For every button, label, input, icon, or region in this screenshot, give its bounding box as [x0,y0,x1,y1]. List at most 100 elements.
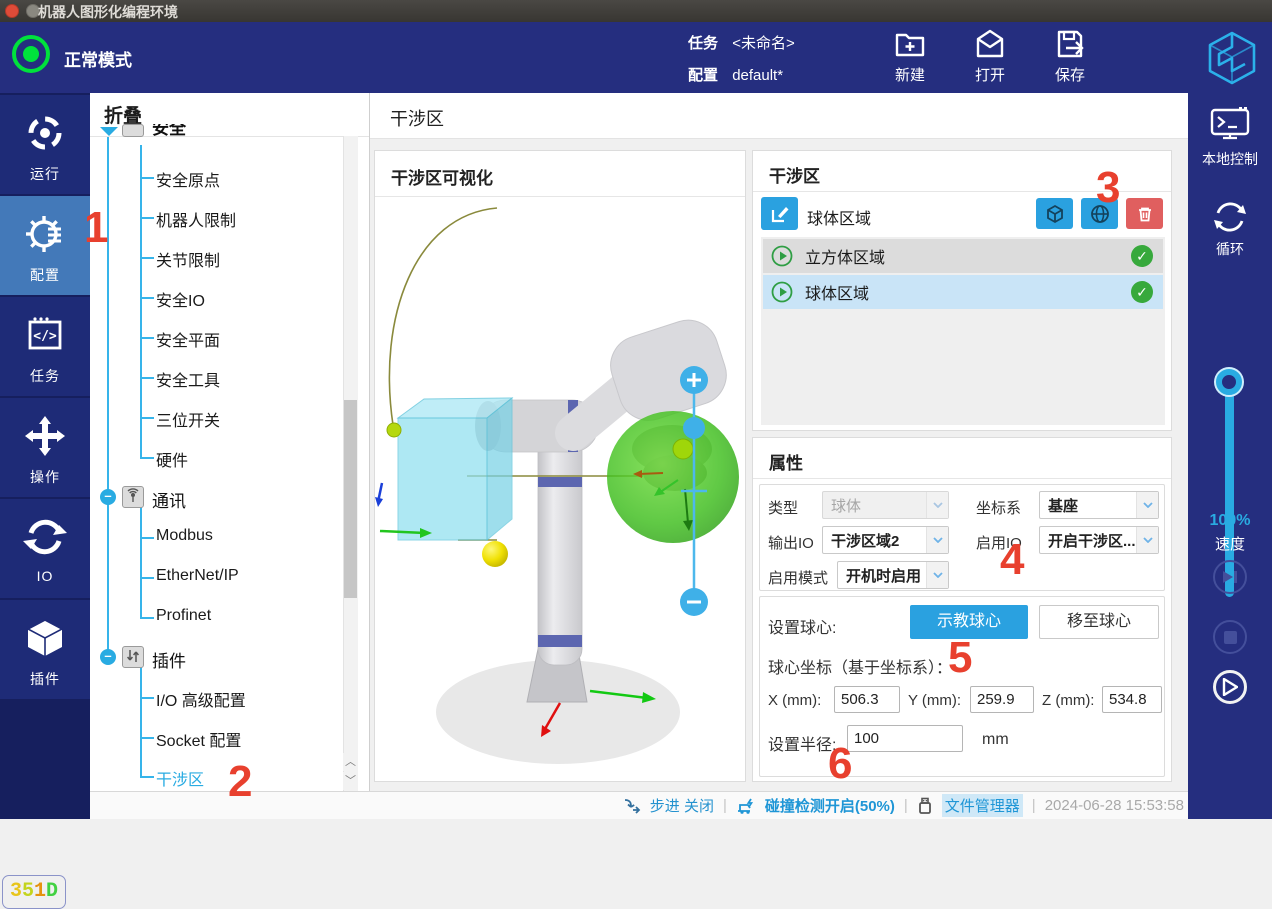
tree-item-io-advanced[interactable]: I/O 高级配置 [156,687,246,711]
step-status[interactable]: 步进 关闭 [650,795,714,816]
tree-item-socket-config[interactable]: Socket 配置 [156,727,241,751]
tree-item-ethernet-ip[interactable]: EtherNet/IP [156,567,239,585]
tree-item-safety-plane[interactable]: 安全平面 [156,327,220,351]
nav-item-task[interactable]: </> 任务 [0,297,90,396]
run-target-icon [23,111,67,155]
save-button[interactable]: 保存 [1038,26,1102,85]
tree-item-profinet[interactable]: Profinet [156,607,211,625]
annotation-3: 3 [1096,166,1120,210]
radius-input[interactable] [847,725,963,752]
zone-name-field[interactable]: 球体区域 [807,205,871,229]
zone-row-label: 立方体区域 [805,244,1131,268]
main-content: 干涉区 干涉区可视化 [370,93,1188,791]
enable-mode-select[interactable]: 开机时启用 [837,561,949,589]
zone-list: 立方体区域 ✓ 球体区域 ✓ [761,237,1165,425]
nav-item-io[interactable]: IO [0,499,90,598]
output-io-select[interactable]: 干涉区域2 [822,526,949,554]
step-forward-button[interactable] [1213,560,1247,594]
collision-status[interactable]: 碰撞检测开启(50%) [765,795,895,816]
status-separator: | [1032,797,1036,814]
tree-item-robot-limit[interactable]: 机器人限制 [156,207,236,231]
tree-line [140,505,142,618]
version-badge: 351D [2,875,66,909]
new-button[interactable]: 新建 [878,26,942,85]
x-input[interactable] [834,686,900,713]
type-select: 球体 [822,491,949,519]
tree-node-safety[interactable]: 安全 [152,124,212,137]
tree-collapse-comm[interactable]: – [100,489,116,505]
props-group-sphere: 设置球心: 示教球心 移至球心 球心坐标（基于坐标系）： X (mm): Y (… [759,596,1165,777]
tree-tick [140,217,154,219]
zone-row-cube[interactable]: 立方体区域 ✓ [763,239,1163,273]
config-row: 配置 default* [688,64,783,85]
tree-item-interference-zone[interactable]: 干涉区 [156,766,204,790]
tree-item-safety-io[interactable]: 安全IO [156,287,205,311]
nav-label-task: 任务 [0,366,90,386]
tree-node-plugin[interactable]: 插件 [152,647,186,672]
cube-icon [1045,204,1065,224]
loop-cycle-icon [1210,197,1250,237]
chevron-down-icon[interactable] [99,127,119,137]
task-label: 任务 [688,35,718,52]
status-separator: | [904,797,908,814]
tree-item-safety-tool[interactable]: 安全工具 [156,367,220,391]
frame-select[interactable]: 基座 [1039,491,1159,519]
tree-item-joint-limit[interactable]: 关节限制 [156,247,220,271]
tree-item-safety-origin[interactable]: 安全原点 [156,167,220,191]
tree-tick [140,537,154,539]
svg-text:</>: </> [33,329,57,344]
scroll-down-arrow[interactable]: ﹀ [343,772,358,790]
tree-tick [140,697,154,699]
3d-viewport[interactable] [375,197,745,781]
nav-item-operate[interactable]: 操作 [0,398,90,497]
config-tree-panel: 折叠 安全 安全原点 机器人限制 关节限制 安全IO 安全平面 安全工具 三位开… [90,93,370,791]
gear-icon [23,212,67,256]
local-control-button[interactable] [1210,107,1250,146]
file-manager-link[interactable]: 文件管理器 [942,794,1023,817]
tree-collapse-plugin[interactable]: – [100,649,116,665]
window-titlebar: 机器人图形化编程环境 [0,0,1272,22]
speed-percent: 100% [1188,512,1272,530]
tree-scrollbar-thumb[interactable] [344,400,357,598]
scroll-up-arrow[interactable]: ︿ [343,753,358,771]
y-input[interactable] [970,686,1034,713]
play-zone-icon[interactable] [771,281,793,303]
enable-io-select[interactable]: 开启干涉区... [1039,526,1159,554]
stop-button[interactable] [1213,620,1247,654]
props-panel-title: 属性 [769,449,803,474]
config-label: 配置 [688,67,718,84]
play-button[interactable] [1213,670,1247,704]
play-zone-icon[interactable] [771,245,793,267]
tree-item-hardware[interactable]: 硬件 [156,447,188,471]
window-close-button[interactable] [5,4,19,18]
zone-row-sphere[interactable]: 球体区域 ✓ [763,275,1163,309]
props-panel: 属性 类型 球体 坐标系 基座 输出IO 干涉区域2 启用IO 开启干涉区... [752,437,1172,782]
annotation-1: 1 [84,206,108,250]
tree-node-comm[interactable]: 通讯 [152,487,186,512]
open-button[interactable]: 打开 [958,26,1022,85]
nav-item-config[interactable]: 配置 [0,196,90,295]
cube-zone-add-button[interactable] [1036,198,1073,229]
tree-item-three-position-switch[interactable]: 三位开关 [156,407,220,431]
stop-icon [1224,631,1237,644]
status-separator: | [723,797,727,814]
delete-zone-button[interactable] [1126,198,1163,229]
right-control-rail: 本地控制 循环 100% 速度 [1188,93,1272,819]
sphere-resize-handle[interactable] [683,417,705,439]
nav-item-run[interactable]: 运行 [0,95,90,194]
z-input[interactable] [1102,686,1162,713]
tree-item-modbus[interactable]: Modbus [156,527,213,545]
nav-label-run: 运行 [0,164,90,184]
radius-unit-label: mm [982,731,1009,749]
comm-antenna-icon [122,486,144,508]
edit-pencil-icon [770,204,790,224]
speed-slider-thumb[interactable] [1216,369,1242,395]
open-file-icon [972,26,1008,62]
nav-item-plugin[interactable]: 插件 [0,600,90,699]
nav-label-config: 配置 [0,265,90,285]
loop-button[interactable] [1210,197,1250,242]
move-to-center-button[interactable]: 移至球心 [1039,605,1159,639]
annotation-2: 2 [228,760,252,804]
robot-column [538,420,582,665]
edit-zone-button[interactable] [761,197,798,230]
